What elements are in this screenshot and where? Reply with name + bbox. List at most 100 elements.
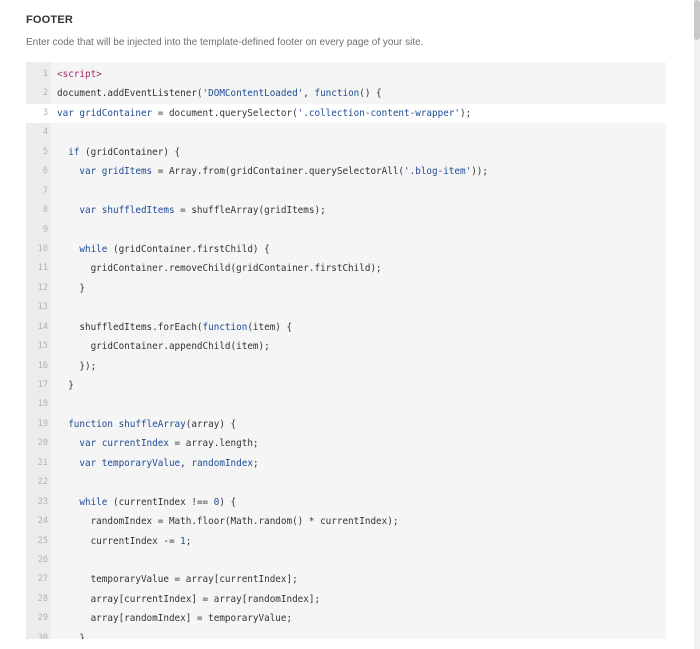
code-token: = array.length; xyxy=(168,438,259,450)
code-token: if xyxy=(68,146,80,158)
code-text: array[currentIndex] = array[randomIndex]… xyxy=(57,590,321,609)
page-scrollbar[interactable] xyxy=(694,0,700,649)
code-text: array[randomIndex] = temporaryValue; xyxy=(57,609,293,628)
code-token: (gridContainer) { xyxy=(79,146,181,158)
code-line[interactable]: 21 var temporaryValue, randomIndex; xyxy=(26,454,666,473)
code-token: var xyxy=(79,205,102,217)
code-token: var xyxy=(79,457,102,469)
code-line[interactable]: 16 }); xyxy=(26,357,666,376)
code-text: document.addEventListener('DOMContentLoa… xyxy=(57,84,382,103)
code-token: gridContainer xyxy=(79,107,153,119)
code-text: } xyxy=(57,279,85,298)
code-text: randomIndex = Math.floor(Math.random() *… xyxy=(57,512,399,531)
line-number: 6 xyxy=(42,166,48,177)
code-text: var shuffledItems = shuffleArray(gridIte… xyxy=(57,201,325,220)
code-text: var currentIndex = array.length; xyxy=(57,434,259,453)
code-token: )); xyxy=(471,166,488,178)
code-line[interactable]: 20 var currentIndex = array.length; xyxy=(26,434,666,453)
code-editor[interactable]: 1 <script> 2 document.addEventListener('DOM… xyxy=(26,62,666,639)
code-line[interactable]: 11 gridContainer.removeChild(gridContain… xyxy=(26,259,666,278)
code-lines[interactable]: 1 <script> 2 document.addEventListener('DOM… xyxy=(26,65,666,639)
code-token: gridContainer.appendChild(item); xyxy=(57,341,270,353)
line-number: 18 xyxy=(37,399,48,410)
code-line[interactable]: 4 xyxy=(26,123,666,142)
line-number: 26 xyxy=(37,554,48,565)
code-line[interactable]: 3 var gridContainer = document.querySelec… xyxy=(26,103,666,124)
code-line[interactable]: 18 xyxy=(26,395,666,414)
code-token: currentIndex -= xyxy=(57,535,181,547)
section-description: Enter code that will be injected into th… xyxy=(26,37,424,48)
code-token: , xyxy=(303,88,315,100)
code-token: } xyxy=(57,282,85,294)
code-line[interactable]: 30 } xyxy=(26,629,666,639)
code-line[interactable]: 29 array[randomIndex] = temporaryValue; xyxy=(26,609,666,628)
code-line[interactable]: 24 randomIndex = Math.floor(Math.random(… xyxy=(26,512,666,531)
line-number: 16 xyxy=(37,360,48,371)
code-line[interactable]: 23 while (currentIndex !== 0) { xyxy=(26,493,666,512)
code-line[interactable]: 2 document.addEventListener('DOMContentLo… xyxy=(26,84,666,103)
code-token: }); xyxy=(57,360,97,372)
code-line[interactable]: 19 function shuffleArray(array) { xyxy=(26,415,666,434)
code-token: ) { xyxy=(219,496,237,508)
code-line[interactable]: 8 var shuffledItems = shuffleArray(gridI… xyxy=(26,201,666,220)
code-line[interactable]: 14 shuffledItems.forEach(function(item) … xyxy=(26,318,666,337)
code-token: (item) { xyxy=(247,321,293,333)
code-line[interactable]: 25 currentIndex -= 1; xyxy=(26,532,666,551)
code-line[interactable]: 17 } xyxy=(26,376,666,395)
line-number: 11 xyxy=(37,263,48,274)
code-token: = Array.from(gridContainer.querySelector… xyxy=(152,166,405,178)
code-token: temporaryValue = array[currentIndex]; xyxy=(57,574,298,586)
code-token: ; xyxy=(252,457,259,469)
line-number: 13 xyxy=(37,302,48,313)
code-line[interactable]: 7 xyxy=(26,182,666,201)
code-line[interactable]: 10 while (gridContainer.firstChild) { xyxy=(26,240,666,259)
code-line[interactable]: 6 var gridItems = Array.from(gridContain… xyxy=(26,162,666,181)
code-token: while xyxy=(79,243,108,255)
code-token: var xyxy=(79,438,102,450)
code-text: <script> xyxy=(57,65,102,84)
code-token: function xyxy=(68,418,119,430)
code-token: var xyxy=(79,166,102,178)
code-token: temporaryValue xyxy=(101,457,181,469)
editor-bottom-edge xyxy=(26,639,666,649)
code-token: gridItems xyxy=(101,166,153,178)
code-token: shuffledItems.forEach( xyxy=(57,321,203,333)
code-token: , xyxy=(180,457,192,469)
code-token: = document.querySelector( xyxy=(152,107,298,119)
code-token: '.blog-item' xyxy=(404,166,472,178)
section-title: FOOTER xyxy=(26,14,74,26)
code-token: randomIndex xyxy=(191,457,253,469)
scrollbar-thumb[interactable] xyxy=(694,0,700,40)
line-number: 25 xyxy=(37,535,48,546)
code-line[interactable]: 27 temporaryValue = array[currentIndex]; xyxy=(26,570,666,589)
code-line[interactable]: 13 xyxy=(26,298,666,317)
code-line[interactable]: 9 xyxy=(26,221,666,240)
code-line[interactable]: 12 } xyxy=(26,279,666,298)
code-token: } xyxy=(57,380,74,391)
code-token: shuffledItems xyxy=(101,205,175,217)
line-number: 19 xyxy=(37,418,48,429)
code-line[interactable]: 5 if (gridContainer) { xyxy=(26,143,666,162)
code-token: ); xyxy=(460,107,472,119)
line-number: 9 xyxy=(42,224,48,235)
code-text: var gridContainer = document.querySelect… xyxy=(57,104,471,123)
code-text: var temporaryValue, randomIndex; xyxy=(57,454,259,473)
code-line[interactable]: 15 gridContainer.appendChild(item); xyxy=(26,337,666,356)
code-text: temporaryValue = array[currentIndex]; xyxy=(57,570,298,589)
code-line[interactable]: 22 xyxy=(26,473,666,492)
line-number: 24 xyxy=(37,516,48,527)
code-token: var xyxy=(57,107,80,119)
code-line[interactable]: 26 xyxy=(26,551,666,570)
code-line[interactable]: 28 array[currentIndex] = array[randomInd… xyxy=(26,590,666,609)
code-text: while (currentIndex !== 0) { xyxy=(57,493,236,512)
code-token: (gridContainer.firstChild) { xyxy=(107,243,270,255)
code-token: function xyxy=(314,88,360,100)
code-line[interactable]: 1 <script> xyxy=(26,65,666,84)
code-token: ; xyxy=(185,535,192,547)
